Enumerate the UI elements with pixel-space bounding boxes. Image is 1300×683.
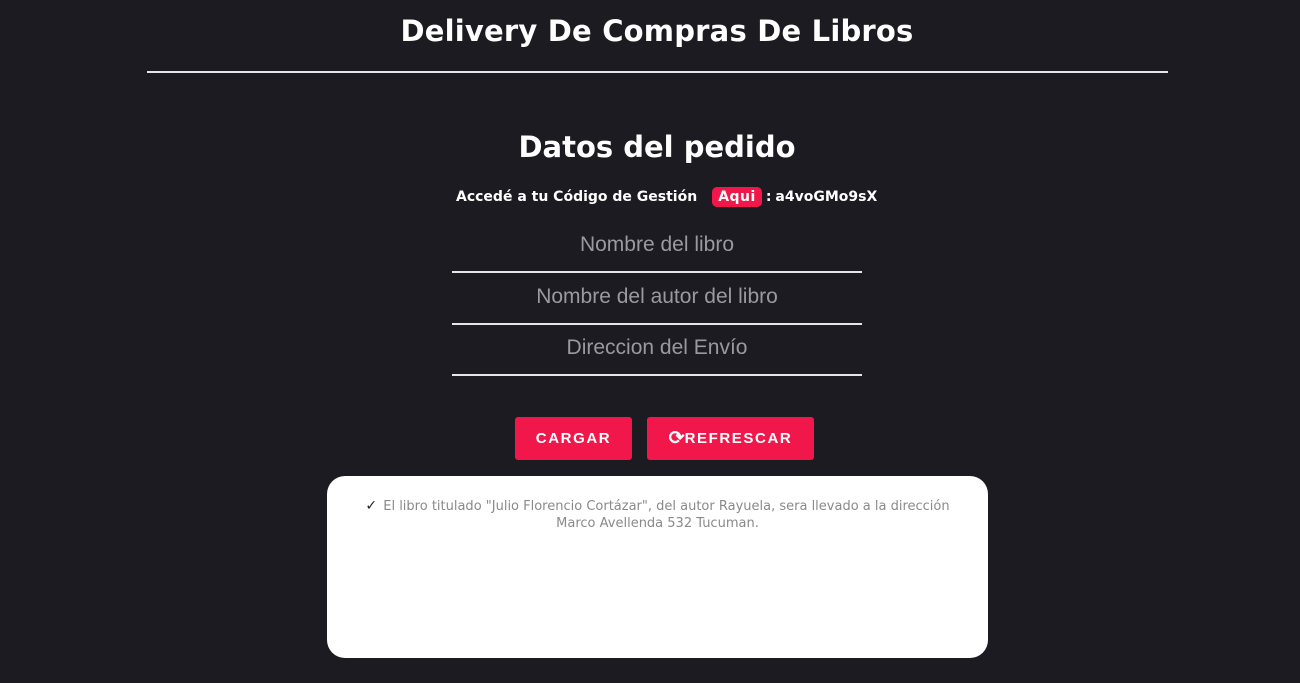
result-panel: ✓ El libro titulado "Julio Florencio Cor… [327,476,988,658]
form-title: Datos del pedido [518,130,796,164]
management-code-link[interactable]: Aqui [712,187,762,207]
result-message: El libro titulado "Julio Florencio Cortá… [383,499,950,531]
refresh-button[interactable]: ⟳ REFRESCAR [647,417,814,460]
load-button-label: CARGAR [535,430,612,447]
book-name-input[interactable] [452,225,862,273]
result-message-row: ✓ El libro titulado "Julio Florencio Cor… [347,498,968,532]
title-divider [147,71,1168,73]
refresh-button-label: REFRESCAR [684,430,793,447]
management-code-value: a4voGMo9sX [775,189,878,205]
site-title: Delivery De Compras De Libros [400,14,914,48]
management-code-intro: Accedé a tu Código de Gestión [456,189,698,205]
management-code-row: Accedé a tu Código de Gestión Aqui : a4v… [456,185,877,209]
author-name-input[interactable] [452,277,862,325]
load-button[interactable]: CARGAR [515,417,632,460]
code-separator: : [765,189,772,205]
page: Delivery De Compras De Libros Datos del … [0,0,1300,683]
refresh-icon: ⟳ [668,428,685,449]
shipping-address-input[interactable] [452,328,862,376]
check-icon: ✓ [365,498,378,514]
